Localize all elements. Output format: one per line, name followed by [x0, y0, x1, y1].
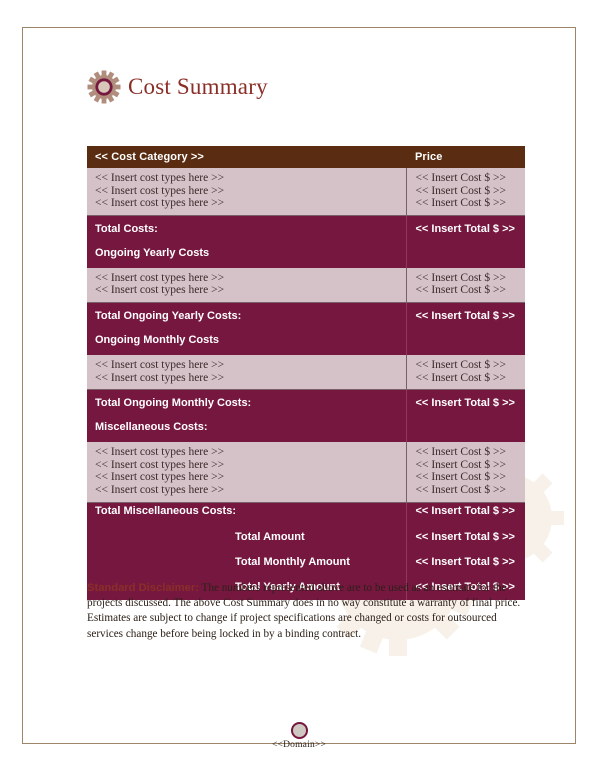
total-costs-label-cell: Total Costs: Ongoing Yearly Costs: [87, 215, 406, 268]
cost-value-cell-group[interactable]: << Insert Cost $ >> << Insert Cost $ >> …: [405, 442, 526, 503]
page-footer: <<Domain>>: [23, 722, 575, 750]
total-miscellaneous-value[interactable]: << Insert Total $ >>: [416, 505, 526, 517]
standard-disclaimer: Standard Disclaimer: The numbers represe…: [87, 581, 530, 642]
total-ongoing-monthly-value[interactable]: << Insert Total $ >>: [416, 397, 526, 409]
total-ongoing-monthly-label-cell: Total Ongoing Monthly Costs: Miscellaneo…: [87, 389, 406, 443]
total-miscellaneous-value-cell[interactable]: << Insert Total $ >>: [405, 502, 526, 525]
cost-type-cell-group[interactable]: << Insert cost types here >> << Insert c…: [87, 168, 406, 216]
cost-value-cell-group[interactable]: << Insert Cost $ >> << Insert Cost $ >> …: [405, 168, 526, 216]
cost-type-line[interactable]: << Insert cost types here >>: [95, 484, 406, 497]
cost-type-line[interactable]: << Insert cost types here >>: [95, 372, 406, 385]
total-ongoing-yearly-value[interactable]: << Insert Total $ >>: [416, 310, 526, 322]
table-row[interactable]: << Insert cost types here >> << Insert c…: [87, 168, 526, 216]
total-amount-row: Total Amount << Insert Total $ >>: [87, 524, 525, 550]
total-ongoing-monthly-label: Total Ongoing Monthly Costs:: [95, 397, 252, 410]
total-ongoing-yearly-value-cell[interactable]: << Insert Total $ >>: [405, 302, 526, 355]
document-header: Cost Summary: [87, 70, 268, 104]
total-miscellaneous-label: Total Miscellaneous Costs:: [95, 504, 236, 517]
circle-icon: [290, 722, 308, 739]
document-page: Cost Summary << Cost Category >> Price <…: [22, 27, 576, 750]
cost-type-line[interactable]: << Insert cost types here >>: [95, 284, 406, 297]
cost-value-line[interactable]: << Insert Cost $ >>: [416, 471, 526, 484]
cost-type-line[interactable]: << Insert cost types here >>: [95, 185, 406, 198]
column-header-price: Price: [406, 146, 525, 168]
cost-value-line[interactable]: << Insert Cost $ >>: [416, 359, 526, 372]
cost-value-line[interactable]: << Insert Cost $ >>: [416, 459, 526, 472]
total-monthly-amount-value[interactable]: << Insert Total $ >>: [405, 549, 525, 575]
cost-value-line[interactable]: << Insert Cost $ >>: [416, 446, 526, 459]
cost-value-line[interactable]: << Insert Cost $ >>: [416, 284, 526, 297]
cost-type-line[interactable]: << Insert cost types here >>: [95, 197, 406, 210]
total-ongoing-yearly-label-cell: Total Ongoing Yearly Costs: Ongoing Mont…: [87, 302, 406, 355]
table-row[interactable]: << Insert cost types here >> << Insert c…: [87, 442, 526, 503]
cost-summary-table: << Cost Category >> Price << Insert cost…: [87, 146, 525, 600]
cost-type-line[interactable]: << Insert cost types here >>: [95, 446, 406, 459]
total-amount-value[interactable]: << Insert Total $ >>: [405, 524, 525, 550]
total-costs-label: Total Costs:: [95, 222, 158, 235]
total-ongoing-monthly-row: Total Ongoing Monthly Costs: Miscellaneo…: [87, 389, 526, 443]
footer-domain: <<Domain>>: [271, 740, 327, 750]
total-ongoing-monthly-value-cell[interactable]: << Insert Total $ >>: [405, 389, 526, 443]
total-miscellaneous-row: Total Miscellaneous Costs: << Insert Tot…: [87, 502, 525, 525]
cost-type-line[interactable]: << Insert cost types here >>: [95, 272, 406, 285]
total-ongoing-yearly-label: Total Ongoing Yearly Costs:: [95, 309, 242, 322]
total-monthly-amount-row: Total Monthly Amount << Insert Total $ >…: [87, 549, 525, 575]
cost-type-line[interactable]: << Insert cost types here >>: [95, 471, 406, 484]
cost-value-cell-group[interactable]: << Insert Cost $ >> << Insert Cost $ >>: [405, 267, 526, 303]
table-row[interactable]: << Insert cost types here >> << Insert c…: [87, 267, 526, 303]
cost-value-line[interactable]: << Insert Cost $ >>: [416, 197, 526, 210]
ongoing-monthly-heading: Ongoing Monthly Costs: [95, 333, 220, 346]
total-costs-row: Total Costs: Ongoing Yearly Costs << Ins…: [87, 215, 525, 268]
row-spacer: [95, 409, 406, 421]
miscellaneous-heading: Miscellaneous Costs:: [95, 421, 208, 434]
column-header-category: << Cost Category >>: [87, 146, 406, 168]
cost-type-line[interactable]: << Insert cost types here >>: [95, 359, 406, 372]
cost-type-cell-group[interactable]: << Insert cost types here >> << Insert c…: [87, 354, 406, 391]
ongoing-yearly-heading: Ongoing Yearly Costs: [95, 246, 210, 259]
total-ongoing-yearly-row: Total Ongoing Yearly Costs: Ongoing Mont…: [87, 302, 525, 355]
table-header-row: << Cost Category >> Price: [87, 146, 525, 168]
gear-icon: [87, 70, 121, 104]
row-spacer: [95, 235, 406, 247]
total-costs-value[interactable]: << Insert Total $ >>: [416, 223, 526, 235]
disclaimer-lead: Standard Disclaimer:: [87, 582, 199, 594]
cost-value-line[interactable]: << Insert Cost $ >>: [416, 484, 526, 497]
cost-type-line[interactable]: << Insert cost types here >>: [95, 459, 406, 472]
cost-type-cell-group[interactable]: << Insert cost types here >> << Insert c…: [87, 442, 406, 503]
table-row[interactable]: << Insert cost types here >> << Insert c…: [87, 354, 526, 391]
total-costs-value-cell[interactable]: << Insert Total $ >>: [405, 215, 526, 268]
cost-value-line[interactable]: << Insert Cost $ >>: [416, 172, 526, 185]
cost-type-cell-group[interactable]: << Insert cost types here >> << Insert c…: [87, 267, 406, 303]
cost-value-cell-group[interactable]: << Insert Cost $ >> << Insert Cost $ >>: [405, 354, 526, 391]
row-spacer: [95, 322, 406, 334]
page-title: Cost Summary: [128, 74, 268, 99]
cost-value-line[interactable]: << Insert Cost $ >>: [416, 372, 526, 385]
cost-value-line[interactable]: << Insert Cost $ >>: [416, 272, 526, 285]
cost-type-line[interactable]: << Insert cost types here >>: [95, 172, 406, 185]
total-miscellaneous-label-cell: Total Miscellaneous Costs:: [87, 502, 406, 525]
cost-value-line[interactable]: << Insert Cost $ >>: [416, 185, 526, 198]
total-monthly-amount-label: Total Monthly Amount: [87, 549, 406, 575]
total-amount-label: Total Amount: [87, 524, 406, 550]
